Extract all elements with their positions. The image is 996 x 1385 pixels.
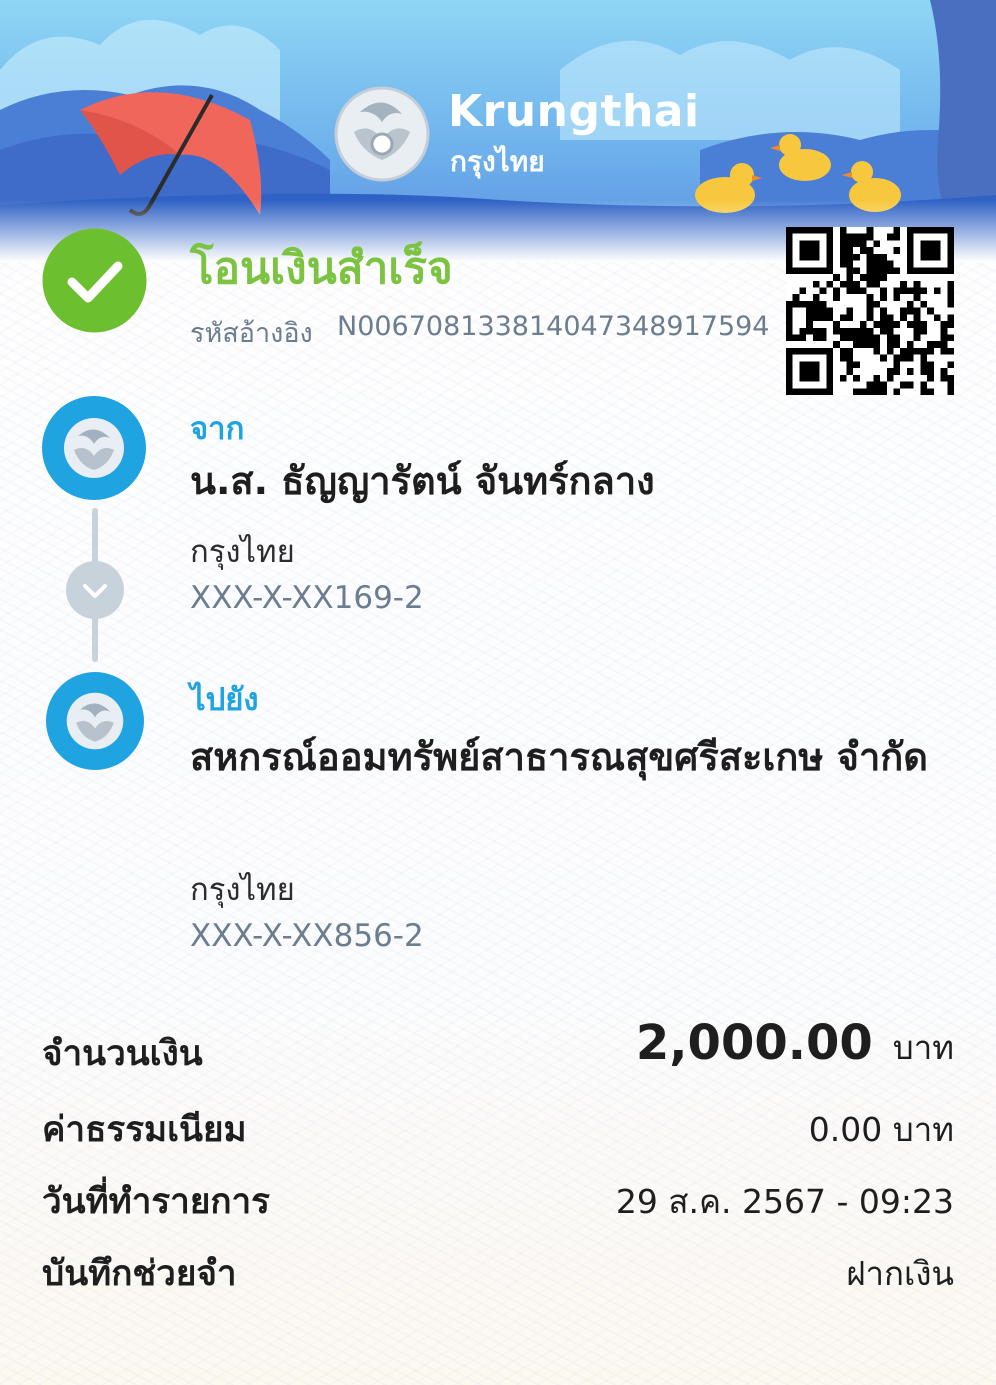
- sender-name: น.ส. ธัญญารัตน์ จันทร์กลาง: [190, 459, 655, 503]
- checkmark-icon: [42, 228, 147, 333]
- reference-label: รหัสอ้างอิง: [190, 318, 313, 349]
- timeline-connector: [92, 508, 98, 568]
- krungthai-emblem-icon: [334, 86, 430, 182]
- fee-label: ค่าธรรมเนียม: [42, 1110, 247, 1150]
- recipient-name: สหกรณ์ออมทรัพย์สาธารณสุขศรีสะเกษ จำกัด: [190, 735, 928, 779]
- logo-text-th: กรุงไทย: [450, 145, 545, 178]
- sender-bank: กรุงไทย: [190, 534, 295, 570]
- transaction-date-label: วันที่ทำรายการ: [42, 1182, 270, 1222]
- qr-code-icon[interactable]: [786, 227, 954, 395]
- krungthai-logo: Krungthai กรุงไทย: [330, 82, 699, 192]
- memo-value: ฝากเงิน: [846, 1254, 954, 1293]
- amount-label: จำนวนเงิน: [42, 1034, 203, 1074]
- status-title: โอนเงินสำเร็จ: [190, 243, 453, 294]
- transaction-date-value: 29 ส.ค. 2567 - 09:23: [615, 1182, 954, 1221]
- chevron-down-icon: [66, 561, 124, 619]
- recipient-account: XXX-X-XX856-2: [190, 918, 424, 954]
- sender-account: XXX-X-XX169-2: [190, 580, 424, 616]
- amount-value: 2,000.00: [635, 1015, 873, 1071]
- krungthai-bank-icon: [46, 672, 144, 770]
- krungthai-bank-icon: [42, 396, 146, 500]
- amount-row-value: 2,000.00 บาท: [636, 1015, 954, 1074]
- recipient-bank: กรุงไทย: [190, 872, 295, 908]
- fee-value: 0.00 บาท: [808, 1110, 954, 1149]
- amount-currency: บาท: [892, 1028, 954, 1067]
- memo-label: บันทึกช่วยจำ: [42, 1254, 237, 1294]
- to-label: ไปยัง: [190, 682, 259, 718]
- from-label: จาก: [190, 411, 245, 447]
- logo-text-en: Krungthai: [448, 86, 700, 137]
- reference-value: N006708133814047348917594: [337, 311, 770, 342]
